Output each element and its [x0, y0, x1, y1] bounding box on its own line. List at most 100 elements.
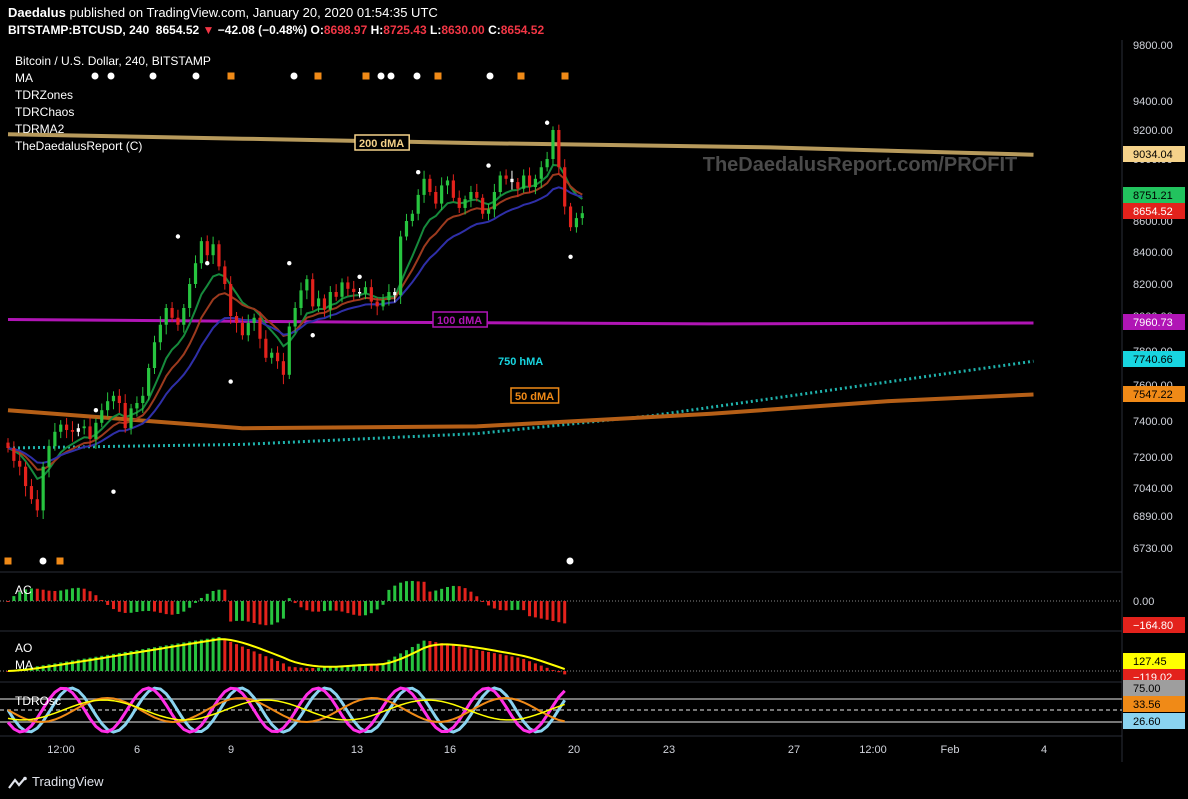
zone-marker-9 [387, 72, 395, 80]
ao-bar [487, 652, 491, 671]
ac-bar [457, 586, 461, 601]
ac-bar [504, 601, 508, 611]
ac-bar [53, 591, 57, 601]
legend-item-ma[interactable]: MA [15, 71, 33, 85]
fractal-dot-7 [357, 274, 362, 279]
candle-body-68 [404, 221, 409, 237]
ac-bar [41, 589, 45, 601]
ao-bar [217, 637, 221, 671]
zone-marker-2 [149, 72, 157, 80]
ac-bar [451, 585, 455, 601]
candle-body-43 [258, 317, 262, 339]
ac-bar [322, 601, 326, 612]
ao-bar [492, 653, 496, 671]
legend-title[interactable]: Bitcoin / U.S. Dollar, 240, BITSTAMP [15, 54, 211, 68]
candle-body-90 [533, 178, 537, 188]
watermark-text: TheDaedalusReport.com/PROFIT [703, 154, 1018, 176]
ac-bar [76, 587, 80, 601]
ma50-label: 50 dMA [515, 391, 554, 403]
candle-body-63 [375, 301, 379, 307]
ac-bar [422, 581, 426, 601]
time-tick-label: 20 [568, 744, 580, 756]
ao-bar [299, 667, 303, 671]
fractal-dot-10 [544, 120, 550, 125]
ac-bar [6, 601, 10, 602]
candle-body-88 [522, 175, 526, 189]
candle-body-45 [270, 352, 274, 358]
ac-bar [340, 601, 344, 612]
ac-bar [311, 601, 315, 612]
ao-bar [311, 667, 315, 671]
ac-bar [492, 601, 496, 609]
zone-marker-12 [486, 72, 494, 80]
candle-body-21 [129, 408, 133, 429]
candle-body-3 [23, 466, 28, 487]
zone-marker-7 [362, 72, 370, 80]
price-badge-value: 7547.22 [1133, 389, 1173, 401]
ao-bar [276, 661, 280, 671]
candle-body-6 [41, 466, 45, 511]
candle-body-86 [510, 178, 514, 183]
ac-bar [147, 601, 151, 611]
candle-body-52 [311, 279, 315, 307]
ac-bar [563, 601, 567, 624]
ao-bar [475, 649, 479, 671]
legend-item-tdrzones[interactable]: TDRZones [15, 88, 73, 102]
ac-bar [194, 601, 198, 603]
candle-body-15 [94, 422, 98, 439]
ao-pane: 127.45−119.02 [0, 637, 1185, 685]
candle-body-73 [434, 192, 438, 204]
candle-body-83 [492, 192, 496, 210]
ac-bar [111, 601, 115, 610]
time-tick-label: 27 [788, 744, 800, 756]
candle-body-8 [53, 431, 57, 447]
ac-bar [205, 593, 209, 601]
candle-body-51 [305, 279, 309, 291]
candle-body-14 [88, 426, 92, 439]
tradingview-logo[interactable]: TradingView [8, 774, 104, 790]
fractal-dot-4 [228, 379, 233, 384]
legend-item-tdrchaos[interactable]: TDRChaos [15, 105, 74, 119]
ac-bar [188, 601, 192, 608]
price-badge-value: 8654.52 [1133, 206, 1173, 218]
tdrosc-pane-label[interactable]: TDROsc [15, 694, 61, 708]
osc-badge-value: 33.56 [1133, 699, 1161, 711]
ac-bar [305, 601, 309, 611]
price-badge-value: 9034.04 [1133, 149, 1173, 161]
ac-bar [404, 581, 408, 601]
ao-bar [240, 646, 244, 671]
price-badge-value: 7960.73 [1133, 317, 1173, 329]
ao-bar [305, 667, 309, 671]
candle-body-53 [316, 298, 321, 307]
candle-body-36 [217, 244, 221, 267]
price-chart[interactable]: 200 dMA100 dMA750 hMA50 dMA 0.00−164.80 … [0, 0, 1188, 762]
price-tick-label: 6890.00 [1133, 511, 1173, 523]
candle-body-66 [393, 292, 397, 296]
candle-body-44 [264, 338, 268, 358]
ac-bar [94, 595, 98, 601]
ao-ma-label[interactable]: MA [15, 658, 33, 672]
ma-line-750-hma [7, 359, 1034, 450]
ao-bar [199, 639, 203, 671]
legend-item-daedalus[interactable]: TheDaedalusReport (C) [15, 139, 142, 153]
zone-marker-bottom-0 [4, 557, 12, 565]
ac-bar [223, 589, 227, 601]
time-tick-label: 23 [663, 744, 675, 756]
ac-bar [164, 601, 168, 615]
ao-bar [229, 641, 233, 671]
candle-body-46 [275, 352, 280, 362]
ac-pane-label[interactable]: AC [15, 583, 32, 597]
candle-body-31 [188, 284, 192, 308]
legend-item-tdrma2[interactable]: TDRMA2 [15, 122, 65, 136]
ao-bar [205, 638, 209, 671]
candle-body-20 [123, 403, 127, 429]
zone-marker-13 [517, 72, 525, 80]
ao-pane-label[interactable]: AO [15, 641, 32, 655]
candle-body-30 [182, 308, 186, 325]
zone-marker-0 [91, 72, 99, 80]
candle-body-1 [12, 448, 16, 461]
ac-bar [106, 601, 110, 605]
ac-bar [334, 601, 338, 611]
candle-body-38 [229, 284, 233, 316]
ac-bar [510, 601, 514, 611]
